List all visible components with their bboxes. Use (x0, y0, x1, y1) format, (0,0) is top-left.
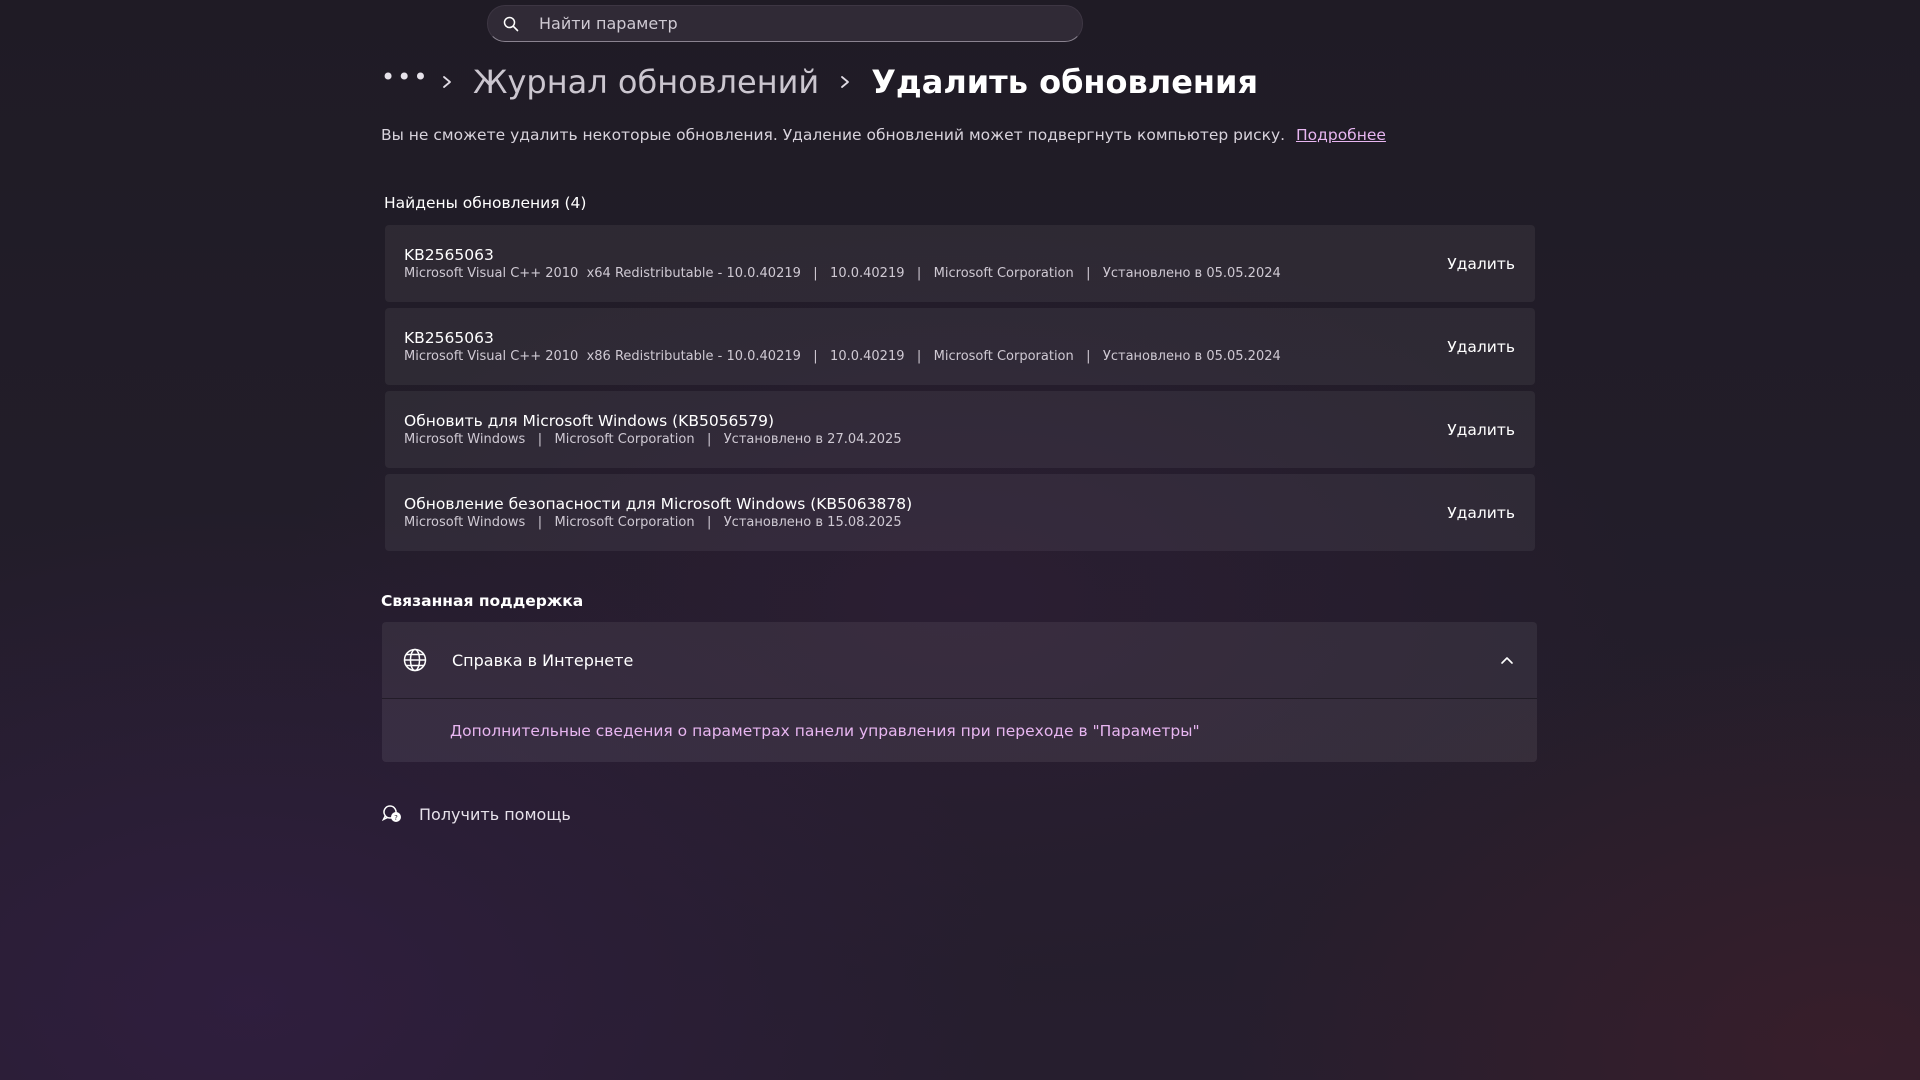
chevron-right-icon (435, 70, 459, 94)
get-help-label: Получить помощь (419, 804, 571, 824)
help-chat-icon: ? (381, 803, 403, 825)
breadcrumb: ••• Журнал обновлений Удалить обновления (381, 58, 1258, 106)
get-help-link[interactable]: ? Получить помощь (381, 803, 571, 825)
online-help-expander[interactable]: Справка в Интернете (382, 622, 1537, 699)
uninstall-button[interactable]: Удалить (1447, 255, 1515, 273)
uninstall-button[interactable]: Удалить (1447, 504, 1515, 522)
update-title: KB2565063 (404, 328, 494, 347)
online-help-label: Справка в Интернете (452, 650, 634, 670)
update-details: Microsoft Visual C++ 2010 x64 Redistribu… (404, 265, 1281, 281)
update-title: Обновить для Microsoft Windows (KB505657… (404, 411, 775, 430)
update-row: Обновить для Microsoft Windows (KB505657… (385, 391, 1535, 468)
breadcrumb-update-history[interactable]: Журнал обновлений (473, 63, 819, 101)
search-input[interactable] (537, 13, 1041, 34)
updates-list: KB2565063 Microsoft Visual C++ 2010 x64 … (385, 225, 1535, 557)
description-text: Вы не сможете удалить некоторые обновлен… (381, 126, 1286, 144)
globe-icon (402, 647, 428, 673)
svg-text:?: ? (394, 814, 398, 822)
related-support-heading: Связанная поддержка (381, 592, 584, 610)
related-support-panel: Справка в Интернете Дополнительные сведе… (382, 622, 1537, 762)
page-title: Удалить обновления (871, 63, 1258, 101)
breadcrumb-more-button[interactable]: ••• (381, 63, 427, 91)
chevron-right-icon (833, 70, 857, 94)
update-row: KB2565063 Microsoft Visual C++ 2010 x86 … (385, 308, 1535, 385)
search-icon (503, 14, 523, 34)
update-details: Microsoft Windows | Microsoft Corporatio… (404, 431, 902, 447)
update-title: Обновление безопасности для Microsoft Wi… (404, 494, 913, 513)
uninstall-button[interactable]: Удалить (1447, 338, 1515, 356)
update-details: Microsoft Visual C++ 2010 x86 Redistribu… (404, 348, 1281, 364)
updates-found-heading: Найдены обновления (4) (384, 194, 587, 212)
learn-more-link[interactable]: Подробнее (1296, 126, 1386, 144)
page-description: Вы не сможете удалить некоторые обновлен… (381, 126, 1386, 144)
chevron-up-icon[interactable] (1497, 650, 1517, 670)
control-panel-settings-link[interactable]: Дополнительные сведения о параметрах пан… (450, 722, 1200, 740)
update-details: Microsoft Windows | Microsoft Corporatio… (404, 514, 902, 530)
online-help-content: Дополнительные сведения о параметрах пан… (382, 699, 1537, 762)
update-row: KB2565063 Microsoft Visual C++ 2010 x64 … (385, 225, 1535, 302)
update-title: KB2565063 (404, 245, 494, 264)
update-row: Обновление безопасности для Microsoft Wi… (385, 474, 1535, 551)
search-box[interactable] (487, 5, 1083, 42)
uninstall-button[interactable]: Удалить (1447, 421, 1515, 439)
